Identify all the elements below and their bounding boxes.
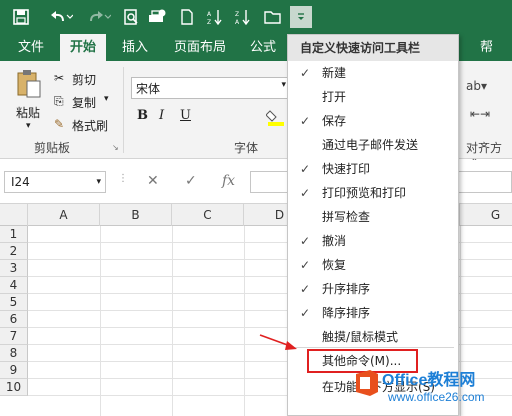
check-icon: ✓ (299, 282, 311, 296)
format-painter-icon[interactable]: ✎ (54, 117, 64, 131)
column-header[interactable]: C (172, 204, 244, 226)
font-group-label: 字体 (234, 141, 259, 155)
menu-item-print-preview[interactable]: ✓ 打印预览和打印 (288, 181, 458, 205)
row-header[interactable]: 7 (0, 328, 28, 345)
menu-item-spelling[interactable]: 拼写检查 (288, 205, 458, 229)
row-header[interactable]: 6 (0, 311, 28, 328)
name-box-value: I24 (11, 175, 30, 189)
formula-bar-grip-icon: ⋮ (118, 173, 128, 184)
svg-text:A: A (207, 11, 212, 18)
italic-button[interactable]: I (159, 108, 164, 123)
tab-insert[interactable]: 插入 (112, 34, 158, 61)
column-header[interactable]: B (100, 204, 172, 226)
customize-qat-button[interactable] (290, 6, 312, 28)
check-icon: ✓ (299, 186, 311, 200)
new-file-icon[interactable] (176, 6, 198, 28)
tab-file[interactable]: 文件 (8, 34, 54, 61)
tab-formulas[interactable]: 公式 (240, 34, 286, 61)
row-header[interactable]: 5 (0, 294, 28, 311)
menu-item-email[interactable]: 通过电子邮件发送 (288, 133, 458, 157)
clipboard-group-label: 剪贴板 (34, 141, 71, 155)
menu-item-save[interactable]: ✓ 保存 (288, 109, 458, 133)
menu-item-new[interactable]: ✓ 新建 (288, 61, 458, 85)
cancel-icon[interactable]: ✕ (147, 173, 159, 189)
redo-icon[interactable] (84, 6, 112, 28)
clipboard-launcher-icon[interactable]: ↘ (112, 143, 119, 152)
row-header[interactable]: 4 (0, 277, 28, 294)
menu-item-sort-asc[interactable]: ✓ 升序排序 (288, 277, 458, 301)
check-icon: ✓ (299, 306, 311, 320)
font-name-box[interactable]: 宋体 ▾ (131, 77, 291, 99)
copy-dropdown-icon[interactable]: ▾ (104, 94, 109, 104)
column-header[interactable]: A (28, 204, 100, 226)
menu-item-sort-desc[interactable]: ✓ 降序排序 (288, 301, 458, 325)
customize-qat-menu: 自定义快速访问工具栏 ✓ 新建 打开 ✓ 保存 通过电子邮件发送 ✓ 快速打印 ✓ 打印… (287, 34, 459, 416)
menu-divider (294, 347, 454, 348)
row-header[interactable]: 1 (0, 226, 28, 243)
row-header[interactable]: 3 (0, 260, 28, 277)
copy-icon[interactable]: ⎘ (54, 94, 64, 109)
annotation-arrow-icon (259, 334, 297, 350)
menu-title: 自定义快速访问工具栏 (288, 35, 458, 61)
check-icon: ✓ (299, 258, 311, 272)
sort-ascending-icon[interactable]: AZ (204, 6, 226, 28)
chevron-down-icon[interactable]: ▾ (281, 80, 286, 90)
cut-button[interactable]: 剪切 (72, 71, 96, 88)
format-painter-button[interactable]: 格式刷 (72, 117, 108, 134)
menu-item-touch-mode[interactable]: 触摸/鼠标模式 (288, 325, 458, 349)
row-header[interactable]: 2 (0, 243, 28, 260)
insert-function-button[interactable]: fx (222, 173, 235, 189)
open-folder-icon[interactable] (262, 6, 284, 28)
font-name-value: 宋体 (136, 82, 161, 96)
quick-access-toolbar: AZ ZA (0, 0, 512, 34)
bold-button[interactable]: B (137, 108, 148, 123)
watermark-brand: Office教程网 (382, 372, 476, 389)
save-icon[interactable] (10, 6, 32, 28)
select-all-corner[interactable] (0, 204, 28, 226)
paste-icon[interactable] (16, 69, 42, 102)
name-box[interactable]: I24 ▾ (4, 171, 106, 193)
watermark: Office教程网 www.office26.com (352, 362, 508, 412)
fill-color-icon[interactable] (265, 107, 286, 130)
menu-item-quick-print[interactable]: ✓ 快速打印 (288, 157, 458, 181)
tab-help[interactable]: 帮助 (470, 34, 512, 82)
column-header[interactable]: G (460, 204, 512, 226)
tab-home[interactable]: 开始 (60, 34, 107, 61)
check-icon: ✓ (299, 234, 311, 248)
menu-item-redo[interactable]: ✓ 恢复 (288, 253, 458, 277)
cut-icon[interactable]: ✂ (54, 71, 64, 85)
tab-page-layout[interactable]: 页面布局 (164, 34, 236, 61)
quick-print-icon[interactable] (146, 6, 168, 28)
svg-text:Z: Z (235, 11, 239, 18)
check-icon: ✓ (299, 66, 311, 80)
underline-button[interactable]: U (180, 108, 191, 123)
row-header[interactable]: 8 (0, 345, 28, 362)
svg-text:Z: Z (207, 19, 211, 25)
svg-text:A: A (235, 19, 240, 25)
undo-icon[interactable] (46, 6, 74, 28)
group-divider (123, 67, 124, 153)
office-logo-icon (356, 370, 378, 396)
indent-icon[interactable]: ⇤⇥ (470, 107, 490, 121)
paste-dropdown-icon[interactable]: ▾ (26, 121, 31, 131)
enter-icon[interactable]: ✓ (185, 173, 197, 189)
sort-descending-icon[interactable]: ZA (232, 6, 254, 28)
paste-button[interactable]: 粘贴 (16, 104, 40, 121)
row-header[interactable]: 10 (0, 379, 28, 396)
watermark-url: www.office26.com (388, 390, 485, 404)
check-icon: ✓ (299, 114, 311, 128)
check-icon: ✓ (299, 162, 311, 176)
menu-item-open[interactable]: 打开 (288, 85, 458, 109)
print-preview-icon[interactable] (120, 6, 142, 28)
text-direction-icon[interactable]: ab▾ (466, 79, 487, 93)
menu-item-undo[interactable]: ✓ 撤消 (288, 229, 458, 253)
copy-button[interactable]: 复制 (72, 94, 96, 111)
name-box-dropdown-icon[interactable]: ▾ (96, 172, 101, 192)
row-header[interactable]: 9 (0, 362, 28, 379)
